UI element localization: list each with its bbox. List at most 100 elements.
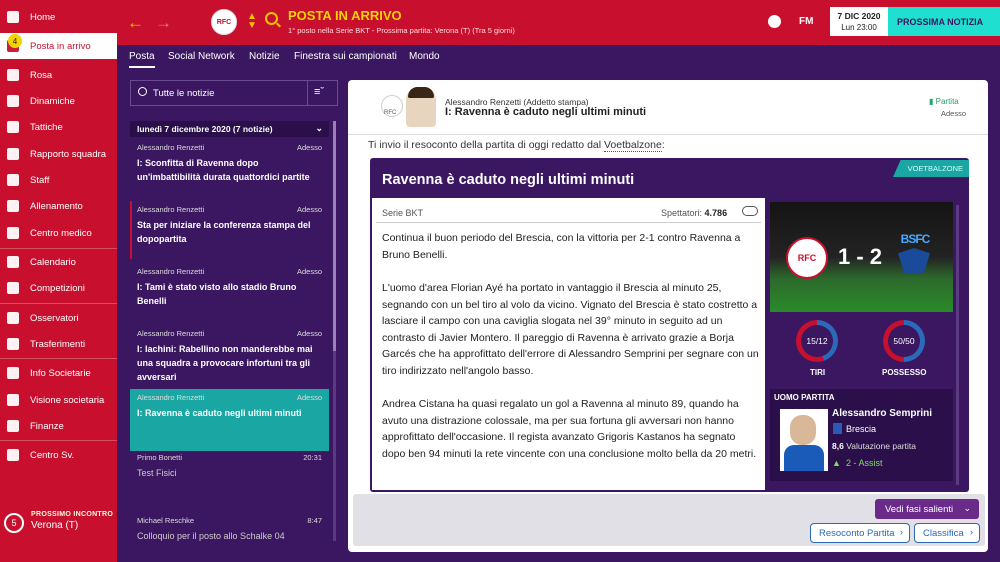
- message-time: Adesso: [296, 143, 322, 152]
- football-icon[interactable]: [768, 15, 781, 28]
- tab-social-network[interactable]: Social Network: [168, 51, 235, 62]
- page-title: POSTA IN ARRIVO: [288, 8, 402, 23]
- player-rating: 8,6 Valutazione partita: [832, 441, 916, 451]
- sidebar-item-development[interactable]: Centro Sv.: [0, 442, 117, 468]
- message-subject: I: Ravenna è caduto negli ultimi minuti: [137, 408, 302, 418]
- sidebar-item-training[interactable]: Allenamento: [0, 193, 117, 219]
- list-scrollbar-thumb[interactable]: [333, 121, 336, 351]
- card-scrollbar[interactable]: [956, 205, 959, 485]
- sidebar-item-label: Staff: [30, 174, 50, 186]
- list-item[interactable]: Alessandro Renzetti Adesso I: Sconfitta …: [130, 139, 329, 199]
- group-header[interactable]: lunedì 7 dicembre 2020 (7 notizie) ⌄: [130, 121, 329, 137]
- player-name[interactable]: Alessandro Semprini: [832, 408, 932, 419]
- sidebar-item-finances[interactable]: Finanze: [0, 413, 117, 439]
- league-table-button[interactable]: Classifica ›: [914, 523, 980, 543]
- league-table-label: Classifica: [923, 527, 964, 539]
- sidebar-item-transfers[interactable]: Trasferimenti: [0, 331, 117, 357]
- finances-icon: [7, 420, 19, 432]
- forward-arrow-icon[interactable]: →: [155, 13, 172, 33]
- scouting-icon: [7, 312, 19, 324]
- sidebar-item-staff[interactable]: Staff: [0, 167, 117, 193]
- message-time: Adesso: [296, 329, 322, 338]
- date-text: 7 DIC 2020: [837, 11, 881, 21]
- fm-menu-button[interactable]: FM: [799, 16, 813, 27]
- sidebar-item-squad[interactable]: Rosa: [0, 62, 117, 88]
- chevron-down-icon[interactable]: ⌄: [315, 123, 323, 134]
- highlights-label: Vedi fasi salienti: [885, 503, 954, 515]
- sidebar-item-label: Centro medico: [30, 227, 92, 239]
- next-match-opponent: Verona (T): [31, 520, 79, 531]
- league-name[interactable]: Serie BKT: [382, 208, 423, 218]
- calendar-icon: [7, 256, 19, 268]
- sort-arrows-icon[interactable]: ▲ ▼: [247, 12, 257, 31]
- club-info-icon: [7, 367, 19, 379]
- shots-value: 15/12: [801, 325, 833, 357]
- list-item[interactable]: Primo Bonetti 20:31 Test Fisici: [130, 449, 329, 499]
- article-divider: [376, 222, 761, 223]
- match-report-button[interactable]: Resoconto Partita ›: [810, 523, 910, 543]
- list-item[interactable]: Alessandro Renzetti Adesso Sta per inizi…: [130, 201, 329, 259]
- crest-label: RFC: [384, 110, 397, 116]
- transfers-icon: [7, 338, 19, 350]
- message-sender: Alessandro Renzetti: [137, 205, 205, 214]
- player-club[interactable]: Brescia: [846, 424, 876, 434]
- club-crest[interactable]: RFC: [211, 9, 237, 35]
- sidebar-item-label: Competizioni: [30, 282, 85, 294]
- sidebar-item-club-info[interactable]: Info Societarie: [0, 360, 117, 386]
- tag-icon: ▮: [929, 97, 936, 106]
- sidebar-item-label: Rapporto squadra: [30, 148, 107, 160]
- development-icon: [7, 449, 19, 461]
- unread-marker: [130, 201, 132, 259]
- chevron-down-icon: ⌄: [963, 503, 971, 513]
- next-match-panel[interactable]: 5 PROSSIMO INCONTRO Verona (T): [0, 506, 117, 546]
- news-filter-dropdown[interactable]: Tutte le notizie ≡ˇ: [130, 80, 338, 106]
- sidebar-item-tactics[interactable]: Tattiche: [0, 114, 117, 140]
- next-match-label: PROSSIMO INCONTRO: [31, 511, 114, 518]
- list-item[interactable]: Alessandro Renzetti Adesso I: Tami è sta…: [130, 263, 329, 321]
- tab-notizie[interactable]: Notizie: [249, 51, 280, 62]
- report-icon: [7, 148, 19, 160]
- message-subject: I: Tami è stato visto allo stadio Bruno …: [137, 282, 297, 306]
- list-item[interactable]: Michael Reschke 8:47 Colloquio per il po…: [130, 512, 329, 552]
- training-icon: [7, 200, 19, 212]
- home-team-crest[interactable]: RFC: [786, 237, 828, 279]
- possession-value: 50/50: [888, 325, 920, 357]
- top-bar: ← → RFC ▲ ▼ POSTA IN ARRIVO 1° posto nell…: [117, 0, 1000, 45]
- list-item-selected[interactable]: Alessandro Renzetti Adesso I: Ravenna è …: [130, 389, 329, 451]
- list-menu-icon[interactable]: ≡ˇ: [314, 86, 324, 98]
- sidebar-item-club-vision[interactable]: Visione societaria: [0, 387, 117, 413]
- squad-icon: [7, 69, 19, 81]
- sidebar-divider: [0, 358, 117, 359]
- sidebar-item-team-report[interactable]: Rapporto squadra: [0, 141, 117, 167]
- sidebar: Home Posta in arrivo 4 Rosa Dinamiche Ta…: [0, 0, 117, 562]
- match-tag: ▮ Partita: [929, 97, 959, 106]
- sidebar-item-scouting[interactable]: Osservatori: [0, 305, 117, 331]
- message-sender: Michael Reschke: [137, 516, 195, 525]
- message-sender: Alessandro Renzetti: [137, 329, 205, 338]
- sidebar-item-dynamics[interactable]: Dinamiche: [0, 88, 117, 114]
- spectators-count: 4.786: [704, 208, 728, 218]
- sidebar-item-competitions[interactable]: Competizioni: [0, 275, 117, 301]
- unread-badge: 4: [8, 34, 22, 48]
- message-subject: Colloquio per il posto allo Schalke 04: [137, 531, 285, 541]
- away-team-crest[interactable]: BSFC: [892, 232, 938, 280]
- tab-posta[interactable]: Posta: [129, 51, 155, 68]
- highlights-button[interactable]: Vedi fasi salienti ⌄: [875, 499, 979, 519]
- search-icon[interactable]: [265, 12, 278, 25]
- list-item[interactable]: Alessandro Renzetti Adesso I: Iachini: R…: [130, 325, 329, 387]
- sidebar-item-home[interactable]: Home: [0, 4, 117, 30]
- back-arrow-icon[interactable]: ←: [127, 13, 144, 33]
- article-text: Continua il buon periodo del Brescia, co…: [382, 230, 760, 479]
- player-photo[interactable]: [780, 409, 828, 471]
- rating-label: Valutazione partita: [846, 441, 916, 451]
- tab-mondo[interactable]: Mondo: [409, 51, 440, 62]
- tab-finestra-campionati[interactable]: Finestra sui campionati: [294, 51, 397, 62]
- sender-avatar[interactable]: [406, 87, 436, 127]
- newspaper-link[interactable]: Voetbalzone: [604, 139, 662, 152]
- message-time: Adesso: [296, 393, 322, 402]
- next-news-button[interactable]: PROSSIMA NOTIZIA: [888, 7, 1000, 36]
- message-sender: Alessandro Renzetti: [137, 143, 205, 152]
- sidebar-item-calendar[interactable]: Calendario: [0, 249, 117, 275]
- sidebar-item-medical[interactable]: Centro medico: [0, 220, 117, 246]
- day-time-text: Lun 23:00: [841, 23, 877, 32]
